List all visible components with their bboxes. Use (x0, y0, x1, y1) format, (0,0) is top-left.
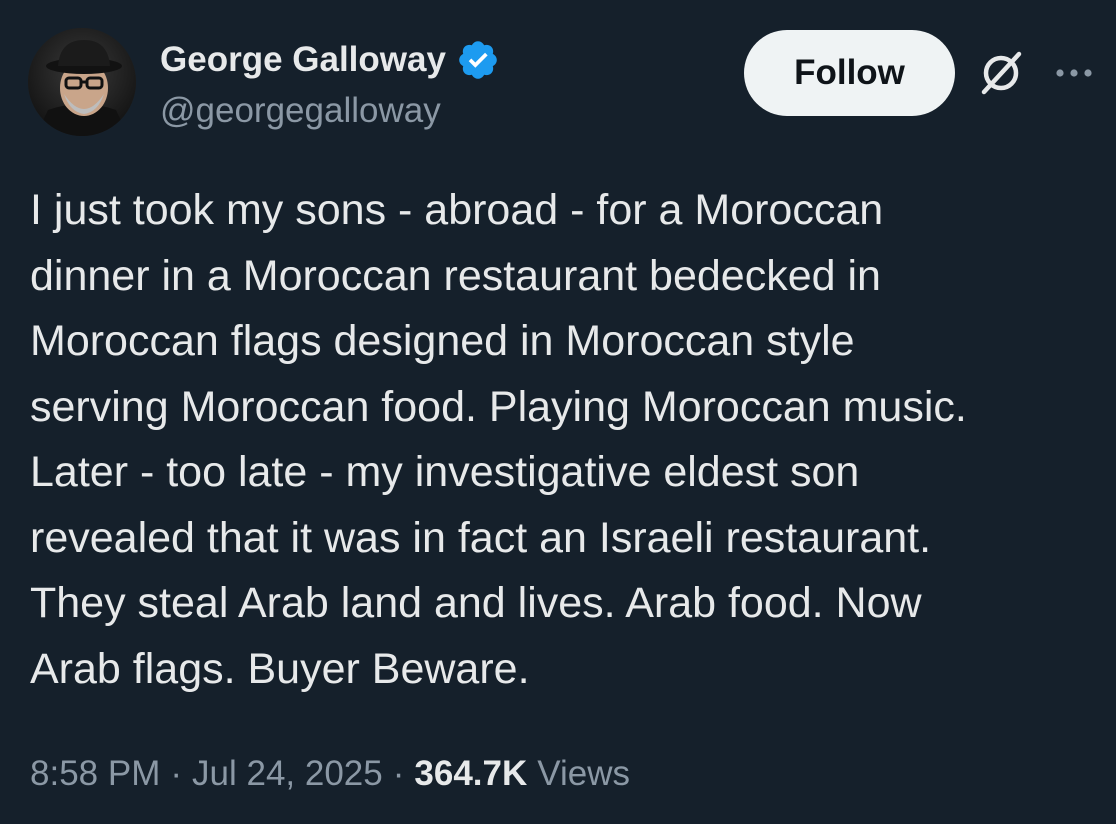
meta-separator: · (170, 754, 183, 793)
follow-button[interactable]: Follow (744, 30, 955, 116)
verified-badge-icon[interactable] (456, 38, 500, 82)
grok-icon[interactable] (976, 48, 1026, 98)
author-name-row: George Galloway (160, 38, 500, 82)
tweet-date[interactable]: Jul 24, 2025 (192, 754, 383, 794)
author-handle[interactable]: @georgegalloway (160, 90, 441, 132)
tweet-text: I just took my sons - abroad - for a Mor… (30, 186, 967, 693)
views-label: Views (537, 754, 630, 793)
avatar-image (28, 28, 136, 136)
tweet-time[interactable]: 8:58 PM (30, 754, 160, 794)
tweet-meta: 8:58 PM · Jul 24, 2025 · 364.7K Views (30, 748, 630, 800)
views-count: 364.7K (414, 754, 528, 793)
author-display-name[interactable]: George Galloway (160, 39, 446, 81)
tweet-card: George Galloway @georgegalloway Follow I… (0, 0, 1116, 824)
more-options-icon[interactable] (1052, 58, 1096, 88)
author-avatar[interactable] (28, 28, 136, 136)
meta-separator: · (392, 754, 405, 793)
